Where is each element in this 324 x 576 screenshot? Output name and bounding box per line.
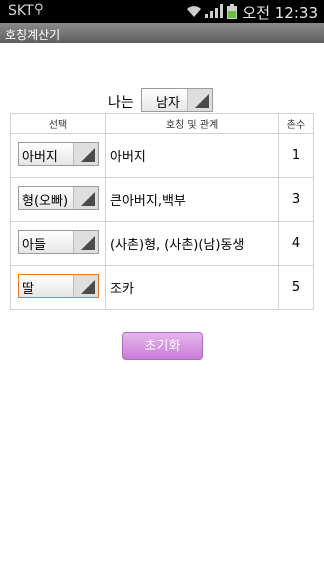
relation-spinner[interactable]: 형(오빠): [18, 186, 99, 210]
relation-cell: 조카: [105, 265, 279, 310]
gender-row: 나는 남자: [0, 88, 324, 112]
table-row: 아들 (사촌)형, (사촌)(남)동생 4: [10, 221, 314, 266]
selection-cell: 형(오빠): [10, 177, 106, 222]
dropdown-arrow-icon: [73, 231, 98, 253]
wifi-icon: [186, 4, 202, 22]
table-row: 형(오빠) 큰아버지,백부 3: [10, 177, 314, 222]
relation-table: 선택 호칭 및 관계 촌수 아버지 아버지 1 형(오빠) 큰아버지,백부 3 …: [10, 113, 314, 310]
gender-spinner-value: 남자: [156, 96, 180, 111]
status-bar: SKT ⚲ 오전 12:33: [0, 0, 324, 23]
relation-spinner-value: 아버지: [22, 150, 58, 165]
relation-spinner[interactable]: 아들: [18, 230, 99, 254]
header-selection: 선택: [10, 113, 106, 134]
gender-spinner[interactable]: 남자: [141, 88, 213, 112]
carrier-label: SKT: [8, 3, 34, 19]
relation-spinner-value: 형(오빠): [22, 194, 69, 209]
table-row: 아버지 아버지 1: [10, 133, 314, 178]
header-relation: 호칭 및 관계: [105, 113, 279, 134]
dropdown-arrow-icon: [73, 187, 98, 209]
table-row: 딸 조카 5: [10, 265, 314, 310]
app-title-bar: 호칭계산기: [0, 23, 324, 43]
reset-button[interactable]: 초기화: [122, 332, 203, 360]
chon-cell: 5: [278, 265, 314, 310]
relation-spinner[interactable]: 딸: [18, 274, 99, 298]
chon-cell: 1: [278, 133, 314, 178]
relation-cell: (사촌)형, (사촌)(남)동생: [105, 221, 279, 266]
usb-icon: ⚲: [34, 2, 44, 17]
dropdown-arrow-icon: [187, 89, 212, 111]
selection-cell: 아들: [10, 221, 106, 266]
battery-icon: [227, 4, 237, 23]
gender-label: 나는: [108, 95, 134, 111]
table-header-row: 선택 호칭 및 관계 촌수: [10, 113, 314, 134]
selection-cell: 아버지: [10, 133, 106, 178]
chon-cell: 3: [278, 177, 314, 222]
dropdown-arrow-icon: [73, 143, 98, 165]
signal-icon: [205, 4, 223, 22]
relation-spinner[interactable]: 아버지: [18, 142, 99, 166]
clock: 오전 12:33: [242, 4, 318, 22]
relation-spinner-value: 아들: [22, 238, 46, 253]
dropdown-arrow-icon: [73, 275, 98, 297]
header-chon: 촌수: [278, 113, 314, 134]
relation-spinner-value: 딸: [22, 282, 34, 297]
selection-cell: 딸: [10, 265, 106, 310]
app-title: 호칭계산기: [5, 28, 61, 42]
chon-cell: 4: [278, 221, 314, 266]
relation-cell: 큰아버지,백부: [105, 177, 279, 222]
relation-cell: 아버지: [105, 133, 279, 178]
